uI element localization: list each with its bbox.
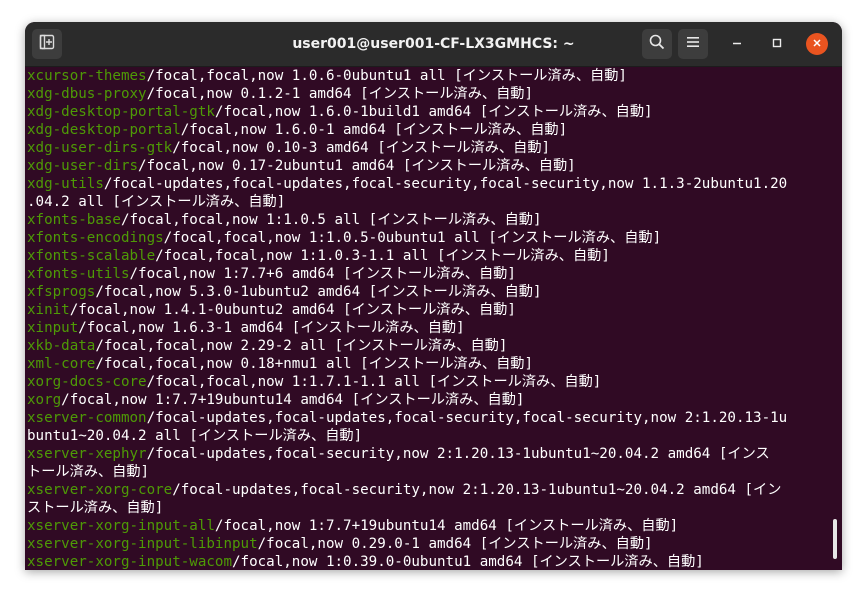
- package-details: /focal,now 0.1.2-1 amd64 [インストール済み、自動]: [146, 86, 533, 102]
- terminal-line: xkb-data/focal,focal,now 2.29-2 all [インス…: [27, 337, 840, 355]
- terminal-line: xml-core/focal,focal,now 0.18+nmu1 all […: [27, 355, 840, 373]
- package-details: /focal,now 1:0.39.0-0ubuntu1 amd64 [インスト…: [232, 554, 704, 570]
- terminal-line: xserver-xorg-input-libinput/focal,now 0.…: [27, 535, 840, 553]
- terminal-line: .04.2 all [インストール済み、自動]: [27, 193, 840, 211]
- package-name: xdg-utils: [27, 176, 104, 192]
- terminal-line: xfonts-utils/focal,now 1:7.7+6 amd64 [イン…: [27, 265, 840, 283]
- close-button[interactable]: [806, 33, 828, 55]
- terminal-line: xfsprogs/focal,now 5.3.0-1ubuntu2 amd64 …: [27, 283, 840, 301]
- close-icon: [812, 35, 822, 53]
- package-details: /focal,now 1.6.0-1 amd64 [インストール済み、自動]: [180, 122, 568, 138]
- package-details: /focal-updates,focal-updates,focal-secur…: [146, 410, 788, 426]
- package-name: xorg-docs-core: [27, 374, 147, 390]
- package-name: xorg: [27, 392, 62, 408]
- package-details: /focal,now 0.10-3 amd64 [インストール済み、自動]: [172, 140, 551, 156]
- package-details: /focal-updates,focal-updates,focal-secur…: [103, 176, 788, 192]
- package-details: /focal,focal,now 1:1.0.3-1.1 all [インストール…: [155, 248, 610, 264]
- terminal-line: xdg-utils/focal-updates,focal-updates,fo…: [27, 175, 840, 193]
- search-icon: [649, 34, 665, 55]
- package-details: /focal,now 1:7.7+19ubuntu14 amd64 [インストー…: [214, 518, 679, 534]
- terminal-line: ストール済み、自動]: [27, 499, 840, 517]
- package-name: xserver-xorg-core: [27, 482, 173, 498]
- package-details: /focal,now 1:7.7+19ubuntu14 amd64 [インストー…: [61, 392, 525, 408]
- package-name: xdg-user-dirs-gtk: [27, 140, 173, 156]
- package-details: /focal,now 1.6.3-1 amd64 [インストール済み、自動]: [78, 320, 465, 336]
- terminal-line: xdg-user-dirs-gtk/focal,now 0.10-3 amd64…: [27, 139, 840, 157]
- terminal-line: xinput/focal,now 1.6.3-1 amd64 [インストール済み…: [27, 319, 840, 337]
- package-details: /focal,now 0.29.0-1 amd64 [インストール済み、自動]: [257, 536, 653, 552]
- package-details: /focal,focal,now 1:1.0.5 all [インストール済み、自…: [120, 212, 542, 228]
- package-details: /focal-updates,focal-security,now 2:1.20…: [172, 482, 782, 498]
- package-details: /focal,focal,now 2.29-2 all [インストール済み、自動…: [95, 338, 508, 354]
- scrollbar-thumb[interactable]: [833, 519, 837, 559]
- terminal-line: xserver-xorg-input-wacom/focal,now 1:0.3…: [27, 553, 840, 570]
- package-details: .04.2 all [インストール済み、自動]: [27, 194, 286, 210]
- package-details: buntu1~20.04.2 all [インストール済み、自動]: [27, 428, 363, 444]
- package-name: xdg-user-dirs: [27, 158, 139, 174]
- minimize-button[interactable]: [726, 33, 748, 55]
- package-name: xserver-xorg-input-wacom: [27, 554, 232, 570]
- terminal-line: buntu1~20.04.2 all [インストール済み、自動]: [27, 427, 840, 445]
- package-details: /focal,now 0.17-2ubuntu1 amd64 [インストール済み…: [138, 158, 576, 174]
- package-name: xdg-dbus-proxy: [27, 86, 147, 102]
- terminal-line: xorg-docs-core/focal,focal,now 1:1.7.1-1…: [27, 373, 840, 391]
- package-name: xml-core: [27, 356, 96, 372]
- package-details: トール済み、自動]: [27, 464, 150, 480]
- package-details: /focal-updates,focal-security,now 2:1.20…: [146, 446, 770, 462]
- package-details: /focal,focal,now 1:1.7.1-1.1 all [インストール…: [146, 374, 602, 390]
- package-name: xserver-common: [27, 410, 147, 426]
- maximize-icon: [772, 35, 782, 53]
- package-name: xfonts-scalable: [27, 248, 156, 264]
- package-name: xdg-desktop-portal: [27, 122, 181, 138]
- terminal-line: xserver-xephyr/focal-updates,focal-secur…: [27, 445, 840, 463]
- terminal-line: xfonts-scalable/focal,focal,now 1:1.0.3-…: [27, 247, 840, 265]
- terminal-line: xserver-common/focal-updates,focal-updat…: [27, 409, 840, 427]
- terminal-line: xdg-user-dirs/focal,now 0.17-2ubuntu1 am…: [27, 157, 840, 175]
- package-details: /focal,now 5.3.0-1ubuntu2 amd64 [インストール済…: [95, 284, 542, 300]
- package-name: xdg-desktop-portal-gtk: [27, 104, 215, 120]
- package-name: xkb-data: [27, 338, 96, 354]
- package-details: /focal,focal,now 0.18+nmu1 all [インストール済み…: [95, 356, 533, 372]
- package-name: xserver-xephyr: [27, 446, 147, 462]
- package-name: xfonts-utils: [27, 266, 130, 282]
- terminal-line: トール済み、自動]: [27, 463, 840, 481]
- title-bar[interactable]: user001@user001-CF-LX3GMHCS: ~: [25, 22, 842, 67]
- package-name: xserver-xorg-input-libinput: [27, 536, 258, 552]
- terminal-line: xdg-desktop-portal/focal,now 1.6.0-1 amd…: [27, 121, 840, 139]
- terminal-line: xdg-desktop-portal-gtk/focal,now 1.6.0-1…: [27, 103, 840, 121]
- package-details: /focal,now 1.6.0-1build1 amd64 [インストール済み…: [214, 104, 653, 120]
- terminal-line: xfonts-encodings/focal,focal,now 1:1.0.5…: [27, 229, 840, 247]
- hamburger-menu-icon: [686, 35, 700, 53]
- package-name: xfonts-base: [27, 212, 121, 228]
- package-details: /focal,now 1.4.1-0ubuntu2 amd64 [インストール済…: [69, 302, 516, 318]
- package-details: /focal,focal,now 1.0.6-0ubuntu1 all [インス…: [146, 68, 627, 84]
- terminal-line: xorg/focal,now 1:7.7+19ubuntu14 amd64 [イ…: [27, 391, 840, 409]
- terminal-line: xinit/focal,now 1.4.1-0ubuntu2 amd64 [イン…: [27, 301, 840, 319]
- package-details: /focal,focal,now 1:1.0.5-0ubuntu1 all [イ…: [163, 230, 662, 246]
- terminal-line: xserver-xorg-input-all/focal,now 1:7.7+1…: [27, 517, 840, 535]
- minimize-icon: [732, 35, 742, 53]
- terminal-window: user001@user001-CF-LX3GMHCS: ~ xcursor-t…: [25, 22, 842, 570]
- package-name: xfonts-encodings: [27, 230, 164, 246]
- terminal-line: xserver-xorg-core/focal-updates,focal-se…: [27, 481, 840, 499]
- package-name: xinit: [27, 302, 70, 318]
- maximize-button[interactable]: [766, 33, 788, 55]
- search-button[interactable]: [642, 29, 672, 59]
- terminal-output[interactable]: xcursor-themes/focal,focal,now 1.0.6-0ub…: [25, 67, 842, 570]
- package-details: ストール済み、自動]: [27, 500, 164, 516]
- package-name: xinput: [27, 320, 79, 336]
- terminal-line: xdg-dbus-proxy/focal,now 0.1.2-1 amd64 […: [27, 85, 840, 103]
- window-title: user001@user001-CF-LX3GMHCS: ~: [292, 36, 575, 52]
- package-name: xcursor-themes: [27, 68, 147, 84]
- terminal-line: xcursor-themes/focal,focal,now 1.0.6-0ub…: [27, 67, 840, 85]
- package-details: /focal,now 1:7.7+6 amd64 [インストール済み、自動]: [129, 266, 516, 282]
- package-name: xfsprogs: [27, 284, 96, 300]
- package-name: xserver-xorg-input-all: [27, 518, 215, 534]
- menu-button[interactable]: [678, 29, 708, 59]
- terminal-line: xfonts-base/focal,focal,now 1:1.0.5 all …: [27, 211, 840, 229]
